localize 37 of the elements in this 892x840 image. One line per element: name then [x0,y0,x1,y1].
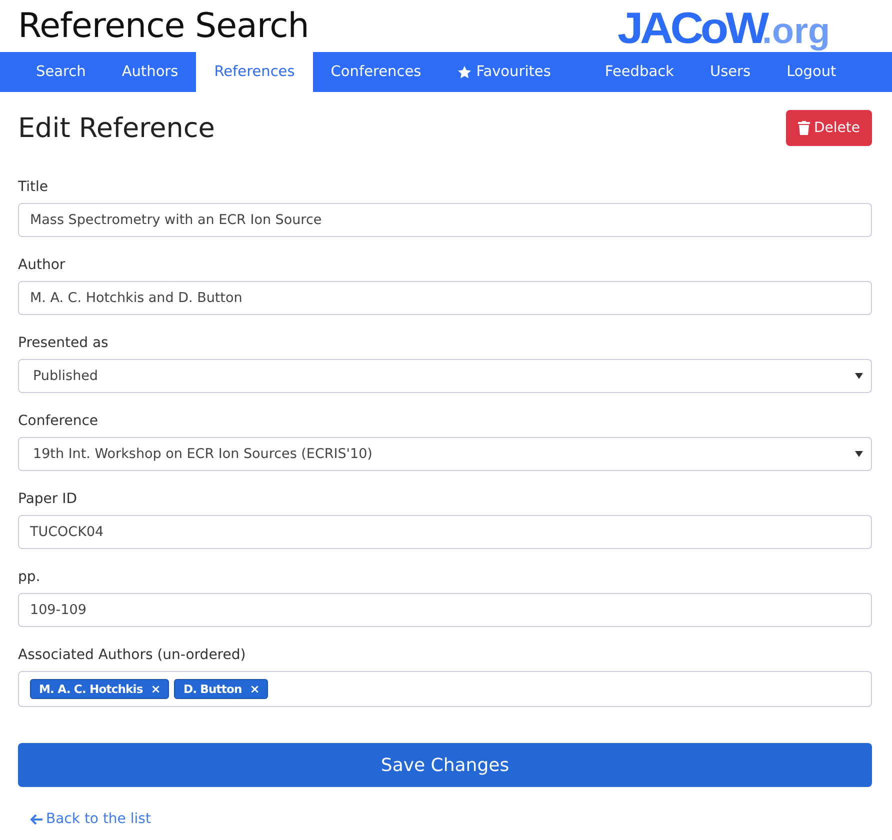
tag-text: M. A. C. Hotchkis [39,682,143,696]
back-link[interactable]: Back to the list [30,811,151,827]
dropdown-icon [855,451,863,457]
save-button[interactable]: Save Changes [18,743,872,787]
field-label: pp. [18,569,42,587]
nav-tab[interactable]: Users [692,52,769,92]
input-field[interactable]: M. A. C. Hotchkis and D. Button [18,281,872,315]
input-field[interactable]: 109-109 [18,593,872,627]
nav-tab[interactable]: Search [18,52,104,92]
nav-tab[interactable]: References [196,52,313,92]
tag-text: D. Button [183,682,242,696]
page-title: Reference Search [18,6,309,46]
star-icon [457,64,472,80]
nav-tab[interactable]: Feedback [586,52,692,92]
logo: JACoW.org [620,4,830,54]
field-label: Associated Authors (un-ordered) [18,647,247,665]
field-label: Presented as [18,335,110,353]
nav-tab[interactable]: Authors [104,52,196,92]
field-label: Conference [18,413,100,431]
remove-tag-button[interactable]: × [250,682,260,696]
delete-button[interactable]: Delete [786,110,872,146]
input-field[interactable]: TUCOCK04 [18,515,872,549]
field-label: Title [18,179,50,197]
nav-tab[interactable]: Conferences [312,52,440,92]
trash-icon [798,121,810,135]
page-heading: Edit Reference [18,112,215,144]
field-label: Author [18,257,66,275]
dropdown-icon [855,373,863,379]
select-field[interactable]: 19th Int. Workshop on ECR Ion Sources (ECRIS'10) [18,437,872,471]
arrow-left-icon [30,814,43,824]
input-field[interactable]: Mass Spectrometry with an ECR Ion Source [18,203,872,237]
select-field[interactable]: Published [18,359,872,393]
tags-field[interactable]: M. A. C. Hotchkis × D. Button × [18,671,872,707]
nav-tab[interactable]: Logout [768,52,854,92]
nav-tab[interactable]: Favourites [439,52,569,92]
field-label: Paper ID [18,491,78,509]
remove-tag-button[interactable]: × [150,682,160,696]
